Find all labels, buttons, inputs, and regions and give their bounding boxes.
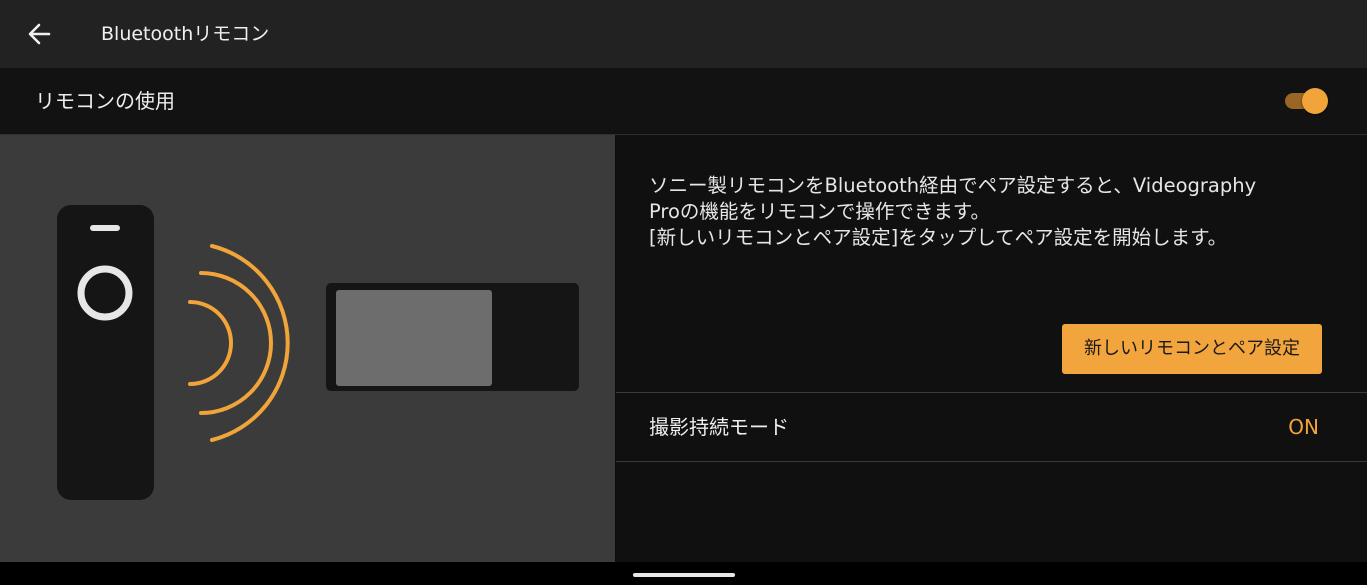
divider (616, 392, 1367, 393)
description-line: ソニー製リモコンをBluetooth経由でペア設定すると、Videography (649, 174, 1257, 197)
continuous-mode-value: ON (1288, 415, 1319, 439)
page-title: Bluetoothリモコン (101, 23, 270, 45)
continuous-mode-label: 撮影持続モード (649, 415, 789, 439)
description-line: Proの機能をリモコンで操作できます。 (649, 200, 990, 223)
divider (616, 461, 1367, 462)
back-button[interactable] (18, 14, 60, 54)
use-remote-toggle[interactable] (1282, 86, 1330, 116)
right-panel: ソニー製リモコンをBluetooth経由でペア設定すると、Videography… (616, 135, 1367, 562)
use-remote-label: リモコンの使用 (35, 89, 175, 113)
arrow-left-icon (28, 23, 51, 45)
remote-illustration (0, 135, 615, 562)
toggle-thumb (1302, 88, 1328, 114)
continuous-shooting-mode-row[interactable]: 撮影持続モード ON (616, 394, 1367, 461)
phone-device-icon (326, 283, 579, 391)
system-nav-bar (0, 562, 1367, 585)
pairing-description: ソニー製リモコンをBluetooth経由でペア設定すると、Videography… (649, 173, 1349, 251)
remote-control-icon (57, 205, 154, 500)
pair-new-remote-button[interactable]: 新しいリモコンとペア設定 (1062, 324, 1322, 374)
home-gesture-handle[interactable] (633, 573, 735, 577)
top-app-bar: Bluetoothリモコン (0, 0, 1367, 68)
description-line: [新しいリモコンとペア設定]をタップしてペア設定を開始します。 (649, 226, 1228, 249)
illustration-graphic (57, 205, 579, 500)
app-root: Bluetoothリモコン リモコンの使用 ソニー製リモコンをBluetooth… (0, 0, 1367, 585)
use-remote-row: リモコンの使用 (0, 68, 1367, 135)
bluetooth-signal-waves-icon (188, 244, 290, 442)
